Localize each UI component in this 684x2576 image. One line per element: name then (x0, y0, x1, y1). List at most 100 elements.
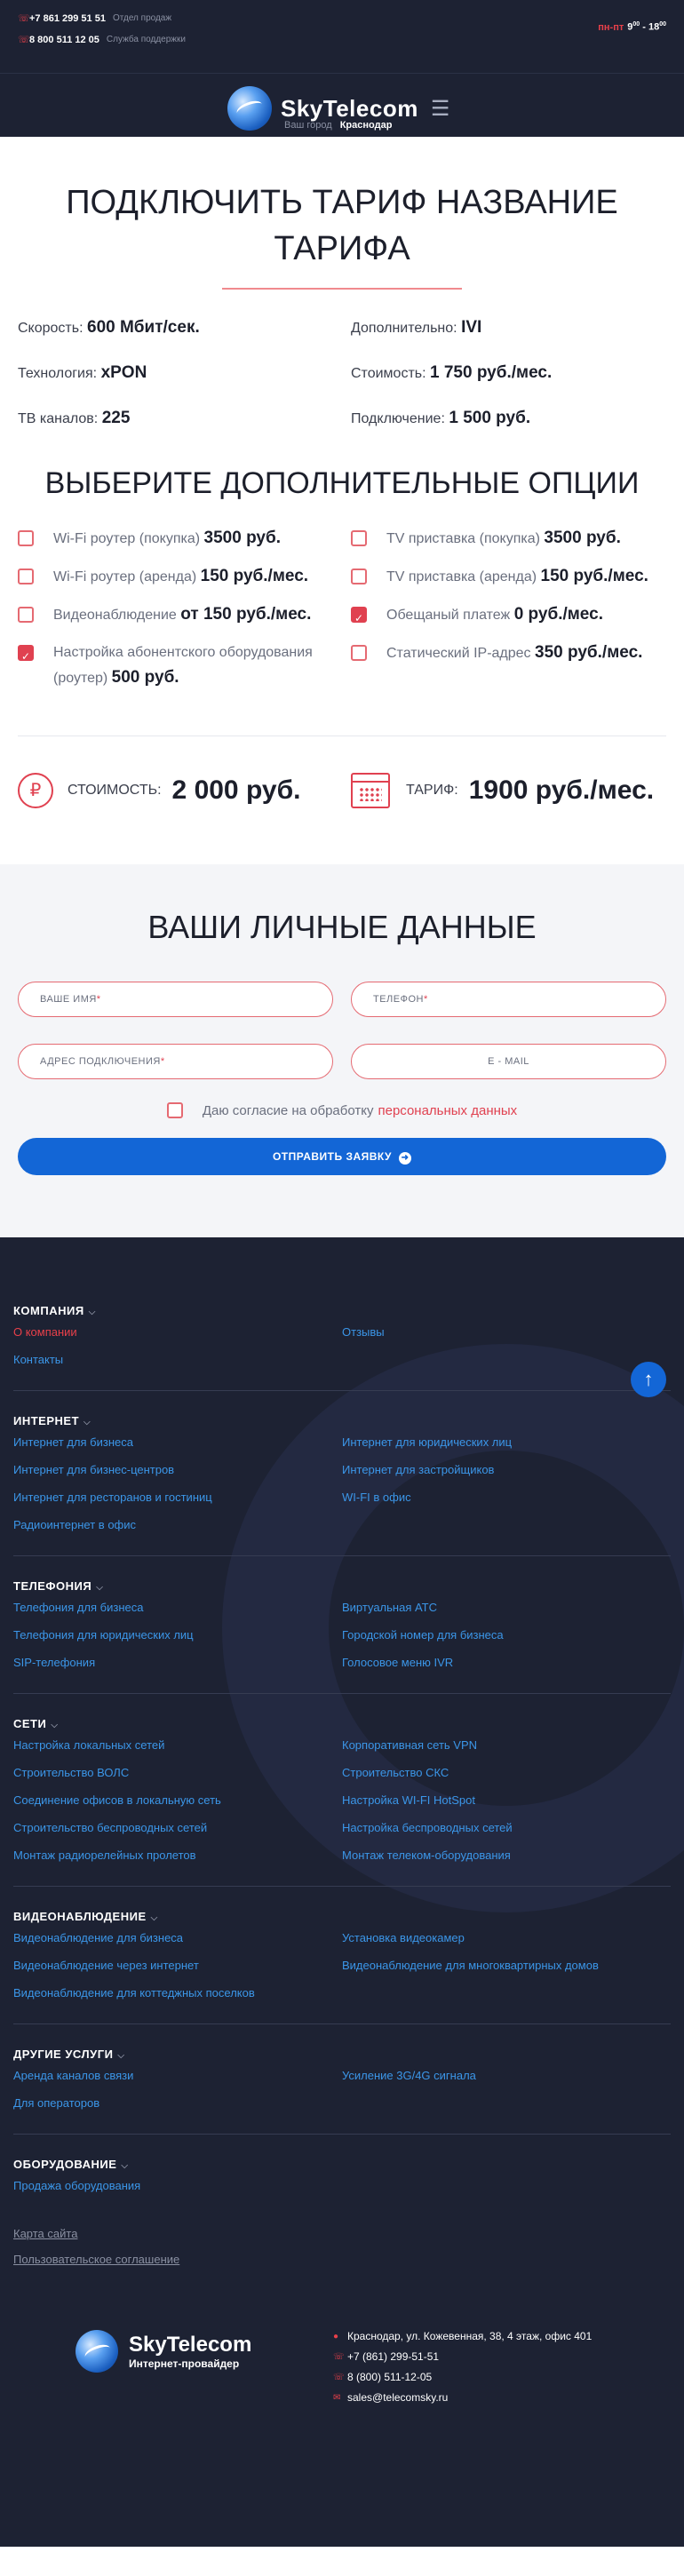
option-checkbox[interactable] (18, 530, 34, 546)
sitemap-link[interactable]: Карта сайта (13, 2227, 671, 2240)
footer-section-title[interactable]: ДРУГИЕ УСЛУГИ ⌵ (13, 2047, 671, 2061)
footer-link[interactable]: Видеонаблюдение для бизнеса (13, 1930, 342, 1945)
required-mark: * (96, 994, 101, 1005)
mail-icon: ✉ (333, 2392, 341, 2403)
footer-section-title[interactable]: ИНТЕРНЕТ ⌵ (13, 1414, 671, 1427)
total-tariff-value: 1900 руб./мес. (468, 775, 655, 805)
sales-phone[interactable]: +7 861 299 51 51 (29, 13, 106, 24)
consent-checkbox[interactable] (166, 1102, 183, 1118)
phone-text[interactable]: 8 (800) 511-12-05 (347, 2371, 432, 2383)
address-field[interactable]: АДРЕС ПОДКЛЮЧЕНИЯ* (18, 1044, 333, 1079)
contact-sales[interactable]: ☏ +7 861 299 51 51 Отдел продаж (18, 12, 171, 25)
footer-link[interactable]: Монтаж радиорелейных пролетов (13, 1848, 342, 1863)
footer-link[interactable]: Телефония для юридических лиц (13, 1627, 342, 1642)
footer-section-title[interactable]: СЕТИ ⌵ (13, 1717, 671, 1730)
footer-link[interactable]: Аренда каналов связи (13, 2068, 342, 2083)
footer-section-title[interactable]: КОМПАНИЯ ⌵ (13, 1304, 671, 1317)
footer-section: СЕТИ ⌵ Настройка локальных сетей Корпоратив… (13, 1717, 671, 1887)
email-field[interactable]: E - MAIL (351, 1044, 666, 1079)
footer-link[interactable]: Контакты (13, 1352, 342, 1367)
footer-logo[interactable]: SkyTelecom Интернет-провайдер (76, 2330, 251, 2373)
footer-link[interactable]: Интернет для бизнес-центров (13, 1462, 342, 1477)
option-checkbox[interactable] (351, 645, 367, 661)
consent-link[interactable]: персональных данных (378, 1103, 517, 1118)
phone-field[interactable]: ТЕЛЕФОН* (351, 982, 666, 1017)
option-wifi-buy[interactable]: Wi-Fi роутер (покупка) 3500 руб. (18, 526, 351, 552)
footer-section-title[interactable]: ТЕЛЕФОНИЯ ⌵ (13, 1579, 671, 1593)
footer-link[interactable]: О компании (13, 1324, 342, 1340)
footer-link[interactable]: Интернет для ресторанов и гостиниц (13, 1490, 342, 1505)
name-field[interactable]: ВАШЕ ИМЯ* (18, 982, 333, 1017)
hours-to: 18 (648, 21, 660, 33)
contact-support[interactable]: ☏ 8 800 511 12 05 Служба поддержки (18, 34, 186, 46)
option-checkbox[interactable] (351, 568, 367, 584)
footer-link[interactable]: Для операторов (13, 2095, 342, 2111)
option-video[interactable]: Видеонаблюдение от 150 руб./мес. (18, 602, 351, 628)
footer-link[interactable]: Видеонаблюдение через интернет (13, 1958, 342, 1973)
footer-link[interactable]: Усиление 3G/4G сигнала (342, 2068, 671, 2083)
footer-link[interactable]: Интернет для бизнеса (13, 1435, 342, 1450)
option-checkbox[interactable] (351, 530, 367, 546)
footer-link[interactable]: Видеонаблюдение для коттеджных поселков (13, 1985, 342, 2000)
footer-link[interactable]: Городской номер для бизнеса (342, 1627, 671, 1642)
footer-email[interactable]: ✉ sales@telecomsky.ru (333, 2391, 592, 2404)
city-value[interactable]: Краснодар (340, 120, 393, 131)
footer-link[interactable]: Видеонаблюдение для многоквартирных домо… (342, 1958, 671, 1973)
option-wifi-rent[interactable]: Wi-Fi роутер (аренда) 150 руб./мес. (18, 564, 351, 590)
footer-section-label: ИНТЕРНЕТ (13, 1414, 80, 1427)
footer-link[interactable]: Монтаж телеком-оборудования (342, 1848, 671, 1863)
option-promised-payment[interactable]: Обещаный платеж 0 руб./мес. (351, 602, 684, 631)
footer-link[interactable]: Настройка WI-FI HotSpot (342, 1793, 671, 1808)
option-checkbox[interactable] (18, 607, 34, 623)
option-static-ip[interactable]: Статический IP-адрес 350 руб./мес. (351, 640, 684, 691)
footer-link[interactable]: Радиоинтернет в офис (13, 1517, 342, 1532)
footer-link[interactable]: Виртуальная АТС (342, 1600, 671, 1615)
footer-link[interactable]: Телефония для бизнеса (13, 1600, 342, 1615)
location-icon: ● (333, 2331, 339, 2341)
footer-bottom: SkyTelecom Интернет-провайдер ● Краснодар… (13, 2330, 671, 2437)
phone-text[interactable]: +7 (861) 299-51-51 (347, 2350, 439, 2363)
footer-phone-1[interactable]: ☏ +7 (861) 299-51-51 (333, 2350, 592, 2363)
footer-section-title[interactable]: ВИДЕОНАБЛЮДЕНИЕ ⌵ (13, 1910, 671, 1923)
user-agreement-link[interactable]: Пользовательское соглашение (13, 2253, 671, 2266)
footer-section: КОМПАНИЯ ⌵ О компании Отзывы Контакты (13, 1304, 671, 1391)
option-checkbox[interactable] (18, 644, 34, 669)
footer-link[interactable]: SIP-телефония (13, 1655, 342, 1670)
footer-phone-2[interactable]: ☏ 8 (800) 511-12-05 (333, 2371, 592, 2383)
footer-link[interactable]: WI-FI в офис (342, 1490, 671, 1505)
footer-link[interactable]: Интернет для застройщиков (342, 1462, 671, 1477)
chevron-down-icon: ⌵ (150, 1913, 158, 1923)
footer-contacts: ● Краснодар, ул. Кожевенная, 38, 4 этаж, … (333, 2330, 592, 2412)
footer-link[interactable]: Строительство ВОЛС (13, 1765, 342, 1780)
option-tv-buy[interactable]: TV приставка (покупка) 3500 руб. (351, 526, 684, 552)
param-label: Дополнительно: (351, 321, 457, 336)
footer-link[interactable]: Строительство беспроводных сетей (13, 1820, 342, 1835)
footer-link[interactable]: Голосовое меню IVR (342, 1655, 671, 1670)
footer-link[interactable]: Настройка беспроводных сетей (342, 1820, 671, 1835)
consent-row[interactable]: Даю согласие на обработку персональных д… (0, 1102, 684, 1118)
option-checkbox[interactable] (351, 606, 367, 631)
footer-link[interactable]: Интернет для юридических лиц (342, 1435, 671, 1450)
option-checkbox[interactable] (18, 568, 34, 584)
option-tv-rent[interactable]: TV приставка (аренда) 150 руб./мес. (351, 564, 684, 590)
footer-link[interactable]: Соединение офисов в локальную сеть (13, 1793, 342, 1808)
footer-link[interactable]: Корпоративная сеть VPN (342, 1737, 671, 1753)
burger-icon[interactable]: ☰ (431, 96, 450, 122)
submit-button[interactable]: ОТПРАВИТЬ ЗАЯВКУ ➜ (18, 1138, 666, 1175)
arrow-up-icon[interactable]: ↑ (631, 1362, 666, 1397)
footer-link[interactable]: Настройка локальных сетей (13, 1737, 342, 1753)
city-selector[interactable]: Ваш город Краснодар (284, 120, 392, 131)
footer-link[interactable]: Продажа оборудования (13, 2178, 342, 2193)
option-router-setup[interactable]: Настройка абонентского оборудования (роу… (18, 640, 351, 691)
support-phone[interactable]: 8 800 511 12 05 (29, 35, 99, 45)
param-cost: Стоимость: 1 750 руб./мес. (351, 362, 684, 386)
footer-link[interactable]: Установка видеокамер (342, 1930, 671, 1945)
required-mark: * (160, 1056, 165, 1067)
submit-label: ОТПРАВИТЬ ЗАЯВКУ (272, 1150, 393, 1163)
footer-link[interactable]: Отзывы (342, 1324, 671, 1340)
footer-section-title[interactable]: ОБОРУДОВАНИЕ ⌵ (13, 2158, 671, 2171)
param-technology: Технология: xPON (18, 362, 351, 386)
email-text[interactable]: sales@telecomsky.ru (347, 2391, 448, 2404)
option-label: Видеонаблюдение (53, 608, 177, 623)
footer-link[interactable]: Строительство СКС (342, 1765, 671, 1780)
